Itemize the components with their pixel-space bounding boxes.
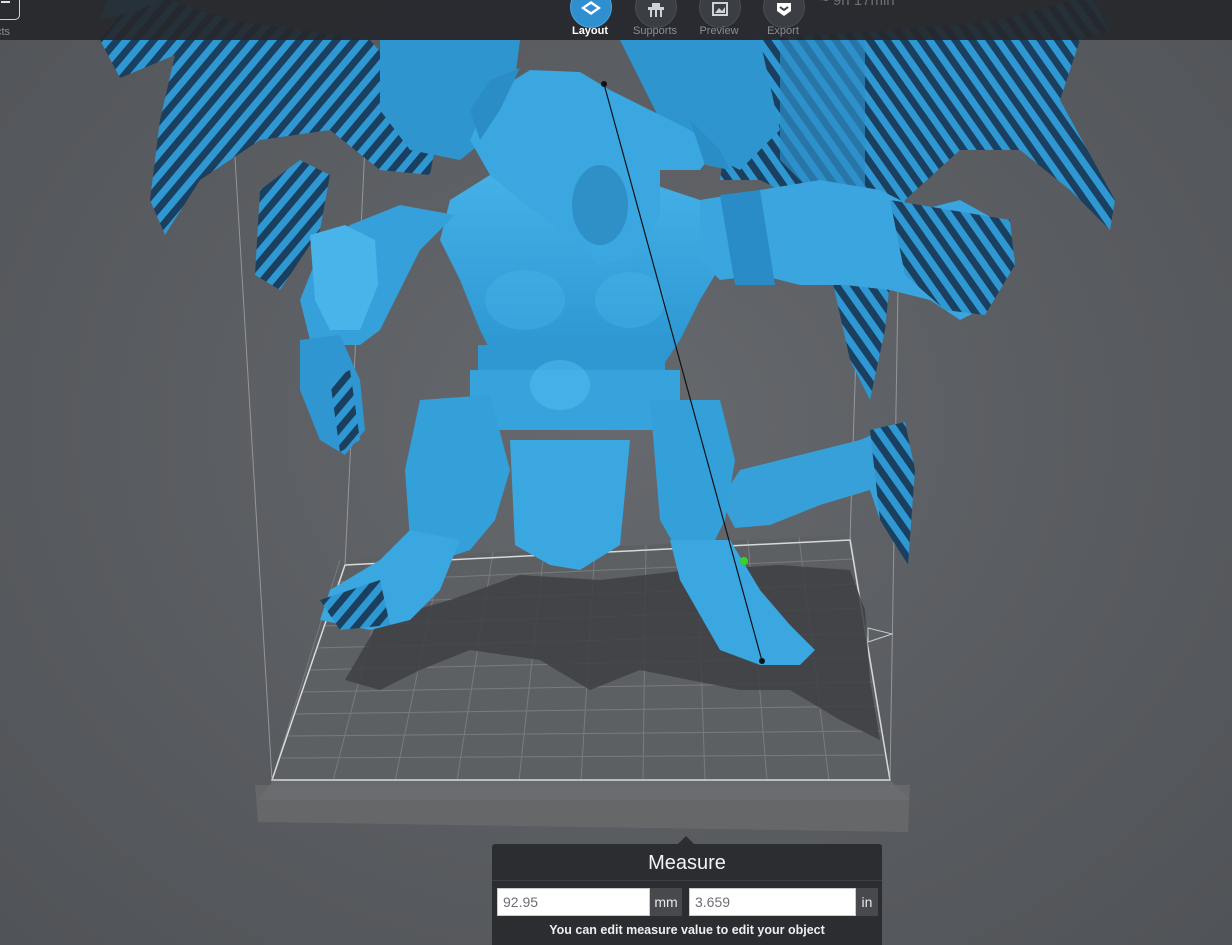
export-icon — [777, 3, 791, 16]
3d-viewport[interactable] — [0, 0, 1232, 945]
measure-mm-input[interactable] — [497, 888, 650, 916]
measure-title: Measure — [648, 852, 726, 874]
top-toolbar: cts Layout Supports Preview — [0, 0, 1232, 40]
measure-divider — [492, 880, 882, 881]
measure-panel: Measure mm in You can edit measure value… — [492, 836, 882, 945]
measure-in-input[interactable] — [689, 888, 856, 916]
menu-icon-line — [1, 1, 10, 3]
step-preview[interactable]: Preview — [688, 0, 750, 40]
measure-handle[interactable] — [740, 557, 748, 565]
print-time-estimate: ~ 9h 17min — [820, 0, 895, 9]
scene-canvas[interactable] — [0, 0, 1232, 945]
in-unit-label: in — [856, 888, 878, 916]
step-export[interactable]: Export — [752, 0, 814, 40]
mm-unit-label: mm — [650, 888, 682, 916]
step-export-label: Export — [767, 25, 799, 37]
step-preview-label: Preview — [699, 25, 739, 37]
step-layout-label: Layout — [571, 25, 609, 37]
step-layout[interactable]: Layout — [559, 0, 621, 40]
preview-icon — [712, 2, 728, 16]
measure-panel-pointer — [678, 836, 694, 844]
objects-label[interactable]: cts — [0, 26, 10, 38]
layout-icon — [581, 1, 601, 15]
supports-icon — [648, 3, 664, 17]
objects-menu-button[interactable] — [0, 0, 20, 20]
step-supports[interactable]: Supports — [624, 0, 686, 40]
measure-hint: You can edit measure value to edit your … — [549, 923, 825, 937]
step-supports-label: Supports — [632, 25, 678, 37]
